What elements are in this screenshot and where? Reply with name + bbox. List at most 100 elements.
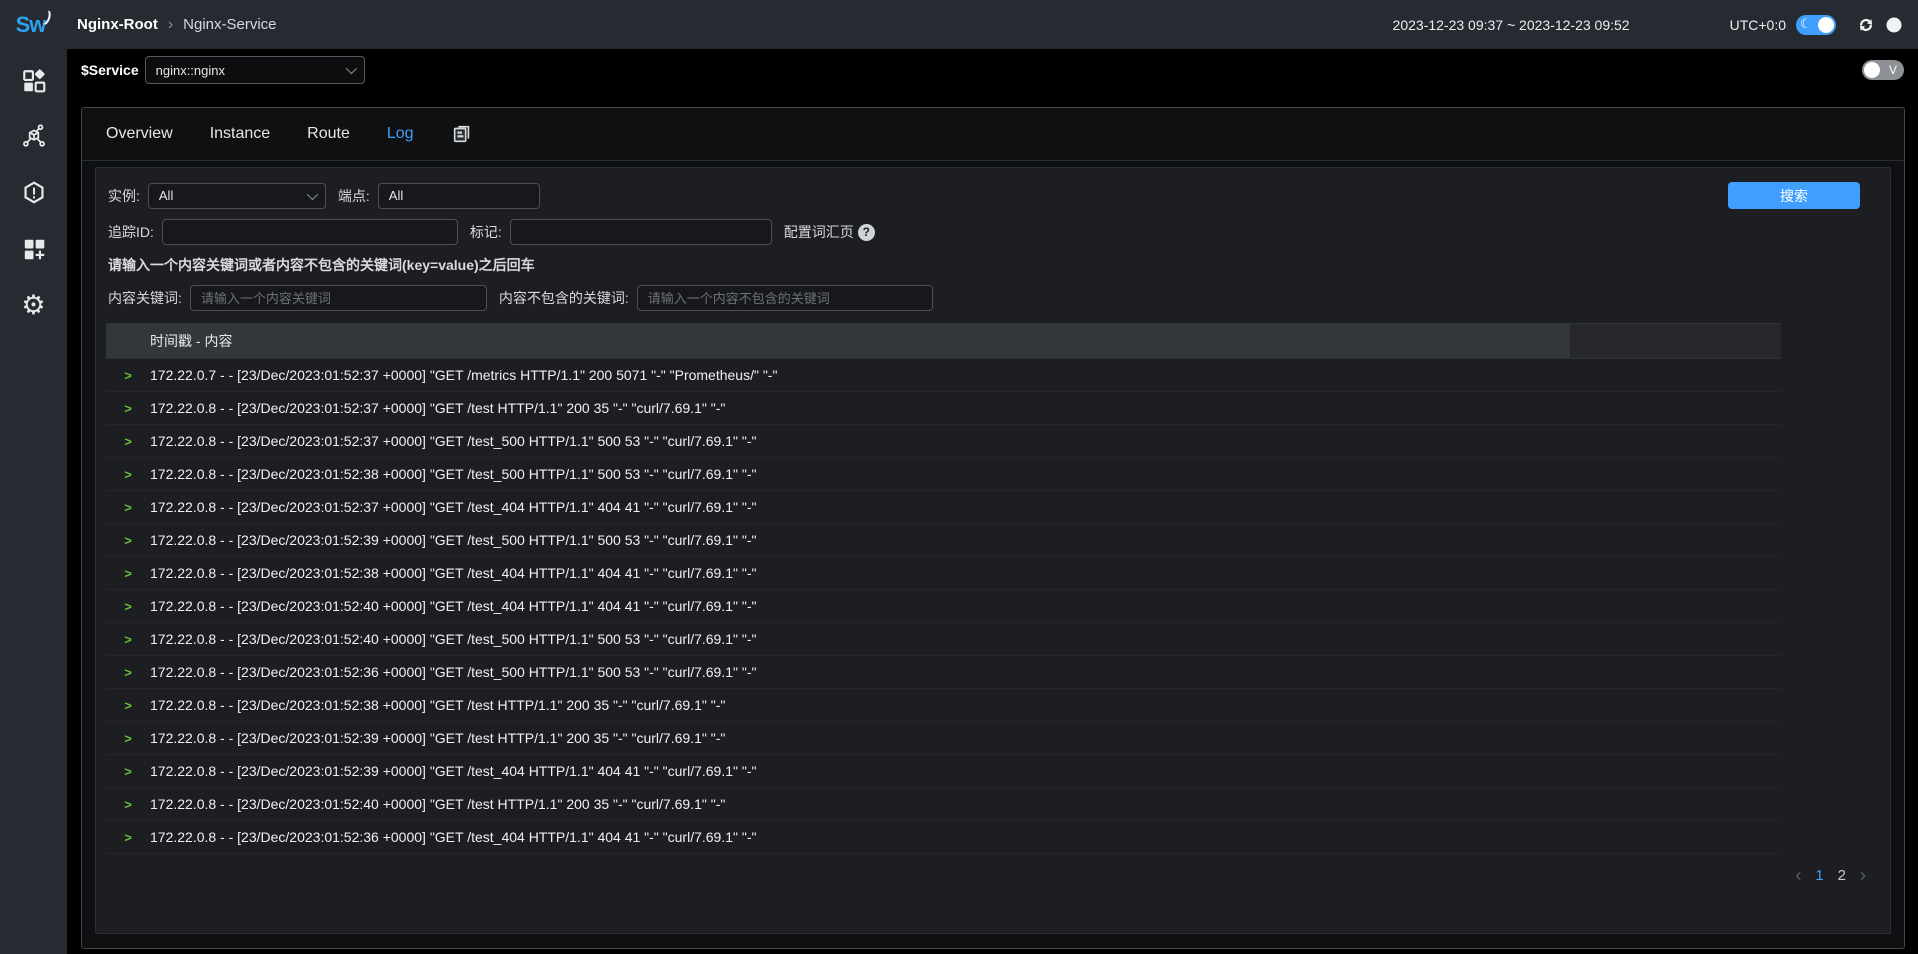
- expand-arrow-icon[interactable]: >: [106, 599, 150, 614]
- expand-arrow-icon[interactable]: >: [106, 467, 150, 482]
- log-table-body: > 172.22.0.7 - - [23/Dec/2023:01:52:37 +…: [106, 359, 1781, 854]
- expand-arrow-icon[interactable]: >: [106, 731, 150, 746]
- theme-toggle[interactable]: ☾: [1796, 15, 1836, 35]
- expand-arrow-icon[interactable]: >: [106, 764, 150, 779]
- tab-bar: Overview Instance Route Log: [82, 108, 1904, 161]
- service-select[interactable]: nginx::nginx: [145, 56, 365, 84]
- instance-select-value: All: [159, 188, 307, 203]
- expand-arrow-icon[interactable]: >: [106, 665, 150, 680]
- log-row[interactable]: > 172.22.0.7 - - [23/Dec/2023:01:52:37 +…: [106, 359, 1781, 392]
- sidebar-item-topology[interactable]: [14, 117, 54, 157]
- page-button-1[interactable]: 1: [1815, 867, 1823, 884]
- sidebar-item-dashboards[interactable]: [14, 61, 54, 101]
- sidebar-item-alerting[interactable]: [14, 173, 54, 213]
- log-row[interactable]: > 172.22.0.8 - - [23/Dec/2023:01:52:39 +…: [106, 722, 1781, 755]
- tab-log[interactable]: Log: [385, 121, 416, 147]
- tab-overview[interactable]: Overview: [104, 121, 175, 147]
- service-bar: $Service nginx::nginx V: [67, 49, 1918, 91]
- sidebar: ⚙: [0, 49, 67, 954]
- expand-arrow-icon[interactable]: >: [106, 566, 150, 581]
- breadcrumb-root[interactable]: Nginx-Root: [77, 16, 158, 33]
- dashboards-icon: [21, 68, 47, 94]
- breadcrumb: Nginx-Root › Nginx-Service: [77, 16, 277, 34]
- expand-arrow-icon[interactable]: >: [106, 830, 150, 845]
- main-panel: Overview Instance Route Log 实例: All 端点: …: [81, 107, 1905, 949]
- tab-route[interactable]: Route: [305, 121, 352, 147]
- filter-row-2: 追踪ID: 标记: 配置词汇页 ?: [108, 219, 1880, 245]
- expand-arrow-icon[interactable]: >: [106, 632, 150, 647]
- exclude-keyword-label: 内容不包含的关键词:: [499, 288, 629, 308]
- expand-arrow-icon[interactable]: >: [106, 797, 150, 812]
- log-row[interactable]: > 172.22.0.8 - - [23/Dec/2023:01:52:37 +…: [106, 491, 1781, 524]
- view-toggle-label: V: [1889, 63, 1897, 77]
- instance-label: 实例:: [108, 186, 140, 206]
- log-widget: 实例: All 端点: 搜索 追踪ID: 标记: 配置词汇页 ? 请输入一个内容…: [95, 167, 1891, 934]
- log-message: 172.22.0.7 - - [23/Dec/2023:01:52:37 +00…: [150, 367, 777, 383]
- keyword-input[interactable]: [190, 285, 487, 311]
- top-header: Sw ) Nginx-Root › Nginx-Service 2023-12-…: [0, 0, 1918, 49]
- sidebar-item-marketplace[interactable]: [14, 229, 54, 269]
- log-message: 172.22.0.8 - - [23/Dec/2023:01:52:38 +00…: [150, 565, 756, 581]
- refresh-icon[interactable]: [1856, 15, 1876, 35]
- time-range-picker[interactable]: 2023-12-23 09:37 ~ 2023-12-23 09:52: [1393, 17, 1630, 33]
- breadcrumb-current[interactable]: Nginx-Service: [183, 16, 276, 33]
- log-message: 172.22.0.8 - - [23/Dec/2023:01:52:38 +00…: [150, 697, 725, 713]
- expand-arrow-icon[interactable]: >: [106, 533, 150, 548]
- keyword-label: 内容关键词:: [108, 288, 182, 308]
- expand-arrow-icon[interactable]: >: [106, 368, 150, 383]
- view-mode-toggle[interactable]: V: [1862, 60, 1904, 80]
- help-icon[interactable]: ?: [858, 224, 875, 241]
- log-row[interactable]: > 172.22.0.8 - - [23/Dec/2023:01:52:39 +…: [106, 524, 1781, 557]
- log-row[interactable]: > 172.22.0.8 - - [23/Dec/2023:01:52:38 +…: [106, 689, 1781, 722]
- topology-icon: [21, 124, 47, 150]
- next-page-icon[interactable]: ›: [1860, 866, 1866, 884]
- log-row[interactable]: > 172.22.0.8 - - [23/Dec/2023:01:52:37 +…: [106, 425, 1781, 458]
- log-row[interactable]: > 172.22.0.8 - - [23/Dec/2023:01:52:40 +…: [106, 788, 1781, 821]
- log-message: 172.22.0.8 - - [23/Dec/2023:01:52:36 +00…: [150, 829, 756, 845]
- expand-arrow-icon[interactable]: >: [106, 698, 150, 713]
- sidebar-item-settings[interactable]: ⚙: [14, 285, 54, 325]
- log-row[interactable]: > 172.22.0.8 - - [23/Dec/2023:01:52:36 +…: [106, 821, 1781, 854]
- skywalking-logo[interactable]: Sw ): [0, 12, 67, 38]
- log-table-header-gutter: [1570, 324, 1781, 358]
- log-row[interactable]: > 172.22.0.8 - - [23/Dec/2023:01:52:39 +…: [106, 755, 1781, 788]
- log-message: 172.22.0.8 - - [23/Dec/2023:01:52:37 +00…: [150, 433, 756, 449]
- expand-arrow-icon[interactable]: >: [106, 500, 150, 515]
- log-row[interactable]: > 172.22.0.8 - - [23/Dec/2023:01:52:36 +…: [106, 656, 1781, 689]
- log-message: 172.22.0.8 - - [23/Dec/2023:01:52:37 +00…: [150, 400, 725, 416]
- page-button-2[interactable]: 2: [1838, 867, 1846, 884]
- log-row[interactable]: > 172.22.0.8 - - [23/Dec/2023:01:52:38 +…: [106, 557, 1781, 590]
- endpoint-label: 端点:: [338, 186, 370, 206]
- service-label: $Service: [81, 62, 139, 78]
- trace-id-input[interactable]: [162, 219, 458, 245]
- view-toggle-knob: [1864, 62, 1880, 78]
- chevron-down-icon: [345, 63, 356, 74]
- timezone-selector[interactable]: UTC+0:0: [1730, 17, 1786, 33]
- exclude-keyword-input[interactable]: [637, 285, 933, 311]
- endpoint-input[interactable]: [378, 183, 540, 209]
- info-icon[interactable]: [1884, 15, 1904, 35]
- tag-label: 标记:: [470, 222, 502, 242]
- log-row[interactable]: > 172.22.0.8 - - [23/Dec/2023:01:52:40 +…: [106, 623, 1781, 656]
- prev-page-icon[interactable]: ‹: [1795, 866, 1801, 884]
- expand-arrow-icon[interactable]: >: [106, 401, 150, 416]
- service-select-value: nginx::nginx: [156, 63, 346, 78]
- filter-row-1: 实例: All 端点: 搜索: [108, 182, 1880, 209]
- log-message: 172.22.0.8 - - [23/Dec/2023:01:52:38 +00…: [150, 466, 756, 482]
- instance-select[interactable]: All: [148, 183, 326, 209]
- tag-input[interactable]: [510, 219, 772, 245]
- breadcrumb-separator-icon: ›: [168, 16, 173, 34]
- log-row[interactable]: > 172.22.0.8 - - [23/Dec/2023:01:52:40 +…: [106, 590, 1781, 623]
- moon-icon: ☾: [1800, 16, 1812, 32]
- expand-arrow-icon[interactable]: >: [106, 434, 150, 449]
- theme-toggle-knob: [1818, 17, 1834, 33]
- chevron-down-icon: [307, 188, 318, 199]
- log-row[interactable]: > 172.22.0.8 - - [23/Dec/2023:01:52:38 +…: [106, 458, 1781, 491]
- log-message: 172.22.0.8 - - [23/Dec/2023:01:52:37 +00…: [150, 499, 756, 515]
- log-table-header-label: 时间戳 - 内容: [106, 324, 1570, 358]
- copy-dashboard-icon[interactable]: [451, 123, 473, 145]
- log-message: 172.22.0.8 - - [23/Dec/2023:01:52:39 +00…: [150, 763, 756, 779]
- tab-instance[interactable]: Instance: [208, 121, 272, 147]
- log-row[interactable]: > 172.22.0.8 - - [23/Dec/2023:01:52:37 +…: [106, 392, 1781, 425]
- search-button[interactable]: 搜索: [1728, 182, 1860, 209]
